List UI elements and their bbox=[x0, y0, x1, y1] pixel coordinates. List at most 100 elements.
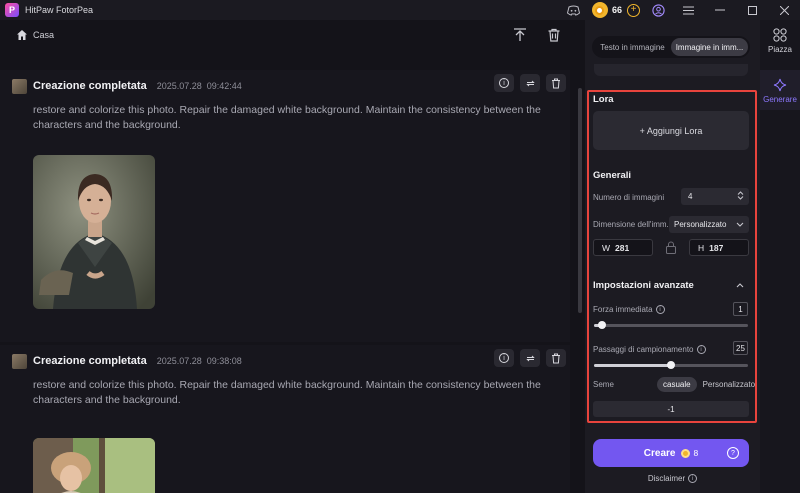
info-icon: i bbox=[499, 353, 509, 363]
card-title: Creazione completata bbox=[33, 355, 147, 367]
steps-slider[interactable] bbox=[594, 361, 748, 369]
num-images-value: 4 bbox=[688, 192, 693, 201]
refresh-icon bbox=[525, 80, 535, 86]
seed-mode-toggle: casuale Personalizzato bbox=[657, 377, 761, 392]
advanced-title: Impostazioni avanzate bbox=[593, 280, 694, 291]
tab-image-to-image[interactable]: Immagine in imm... bbox=[671, 38, 748, 56]
seed-option-custom[interactable]: Personalizzato bbox=[697, 377, 761, 392]
title-bar: P HitPaw FotorPea 66 + bbox=[0, 0, 800, 20]
help-icon[interactable]: ? bbox=[727, 447, 739, 459]
info-icon: i bbox=[499, 78, 509, 88]
card-time: 09:38:08 bbox=[206, 356, 242, 366]
chevron-up-icon[interactable] bbox=[736, 282, 744, 288]
grid-icon bbox=[773, 28, 787, 42]
info-icon[interactable]: i bbox=[696, 345, 706, 355]
regenerate-button[interactable] bbox=[520, 349, 540, 367]
lock-ratio-icon[interactable] bbox=[665, 241, 677, 254]
home-icon[interactable] bbox=[16, 29, 28, 41]
refresh-icon bbox=[525, 355, 535, 361]
create-label: Creare bbox=[643, 447, 676, 459]
top-navigation: Casa bbox=[0, 20, 585, 50]
info-button[interactable]: i bbox=[494, 349, 514, 367]
strength-value-field[interactable]: 1 bbox=[733, 302, 748, 316]
steps-slider-fill bbox=[594, 364, 671, 367]
result-card: Creazione completata 2025.07.28 09:42:44… bbox=[0, 70, 570, 342]
trash-icon bbox=[552, 78, 560, 88]
rail-label: Generare bbox=[763, 95, 797, 104]
previous-section-edge bbox=[594, 64, 748, 76]
settings-panel: Testo in immagine Immagine in imm... Lor… bbox=[585, 20, 760, 493]
results-scrollbar[interactable] bbox=[578, 88, 582, 313]
prompt-text: restore and colorize this photo. Repair … bbox=[33, 104, 541, 131]
results-area: Casa Creazione completata 2025.07.28 09:… bbox=[0, 20, 585, 493]
trash-icon bbox=[552, 353, 560, 363]
card-date: 2025.07.28 bbox=[156, 356, 202, 366]
dimension-label: Dimensione dell'imm... bbox=[593, 220, 674, 229]
seed-option-random[interactable]: casuale bbox=[657, 377, 697, 392]
mode-tabs: Testo in immagine Immagine in imm... bbox=[592, 36, 750, 58]
result-image[interactable] bbox=[33, 438, 155, 493]
info-button[interactable]: i bbox=[494, 74, 514, 92]
delete-all-icon[interactable] bbox=[546, 27, 562, 43]
info-icon: i bbox=[688, 474, 698, 484]
result-image[interactable] bbox=[33, 155, 155, 309]
menu-icon[interactable] bbox=[680, 2, 696, 18]
tab-text-to-image[interactable]: Testo in immagine bbox=[594, 38, 671, 56]
dimension-value: Personalizzato bbox=[674, 220, 727, 229]
close-button[interactable] bbox=[768, 0, 800, 20]
source-thumbnail bbox=[12, 78, 27, 94]
dimension-select[interactable]: Personalizzato bbox=[669, 216, 749, 233]
user-account-icon[interactable] bbox=[650, 2, 666, 18]
stepper-arrows-icon bbox=[737, 191, 744, 202]
steps-slider-knob[interactable] bbox=[667, 361, 675, 369]
sparkle-icon bbox=[773, 78, 787, 92]
app-title: HitPaw FotorPea bbox=[25, 5, 94, 15]
strength-slider-knob[interactable] bbox=[597, 321, 606, 329]
card-date: 2025.07.28 bbox=[156, 81, 202, 91]
width-value: 281 bbox=[615, 242, 630, 253]
strength-slider[interactable] bbox=[594, 321, 748, 329]
strength-label: Forza immediata i bbox=[593, 305, 665, 315]
info-icon[interactable]: i bbox=[655, 305, 665, 315]
maximize-button[interactable] bbox=[736, 0, 768, 20]
home-link[interactable]: Casa bbox=[33, 30, 54, 40]
steps-label: Passaggi di campionamento i bbox=[593, 345, 706, 355]
card-time: 09:42:44 bbox=[206, 81, 242, 91]
height-value: 187 bbox=[709, 242, 724, 253]
delete-button[interactable] bbox=[546, 349, 566, 367]
height-field[interactable]: H 187 bbox=[689, 239, 749, 256]
width-field[interactable]: W 281 bbox=[593, 239, 653, 256]
rail-item-generare[interactable]: Generare bbox=[760, 78, 800, 104]
app-logo: P bbox=[5, 3, 19, 17]
add-coins-button[interactable]: + bbox=[627, 3, 640, 17]
delete-button[interactable] bbox=[546, 74, 566, 92]
steps-value-field[interactable]: 25 bbox=[733, 341, 748, 355]
minimize-button[interactable] bbox=[704, 0, 736, 20]
coin-icon bbox=[681, 448, 691, 458]
rail-label: Piazza bbox=[767, 45, 792, 54]
create-button[interactable]: Creare 8 ? bbox=[593, 439, 749, 467]
coin-count: 66 bbox=[611, 5, 622, 15]
lora-title: Lora bbox=[593, 94, 614, 105]
regenerate-button[interactable] bbox=[520, 74, 540, 92]
height-label: H bbox=[698, 242, 705, 253]
side-rail: Piazza Generare bbox=[760, 20, 800, 493]
rail-item-piazza[interactable]: Piazza bbox=[760, 28, 800, 54]
card-title: Creazione completata bbox=[33, 80, 147, 92]
seed-label: Seme bbox=[593, 380, 614, 389]
coin-icon bbox=[591, 2, 608, 18]
export-icon[interactable] bbox=[512, 27, 528, 43]
prompt-text: restore and colorize this photo. Repair … bbox=[33, 379, 541, 406]
seed-input[interactable]: -1 bbox=[593, 401, 749, 417]
create-cost: 8 bbox=[693, 448, 699, 458]
width-label: W bbox=[602, 242, 611, 253]
num-images-label: Numero di immagini bbox=[593, 193, 665, 202]
num-images-stepper[interactable]: 4 bbox=[681, 188, 749, 205]
source-thumbnail bbox=[12, 353, 27, 369]
general-title: Generali bbox=[593, 170, 632, 181]
chevron-down-icon bbox=[736, 220, 744, 229]
add-lora-button[interactable]: + Aggiungi Lora bbox=[593, 111, 749, 150]
result-card: Creazione completata 2025.07.28 09:38:08… bbox=[0, 345, 570, 493]
discord-icon[interactable] bbox=[566, 2, 582, 18]
disclaimer-link[interactable]: Disclaimer i bbox=[585, 474, 760, 484]
